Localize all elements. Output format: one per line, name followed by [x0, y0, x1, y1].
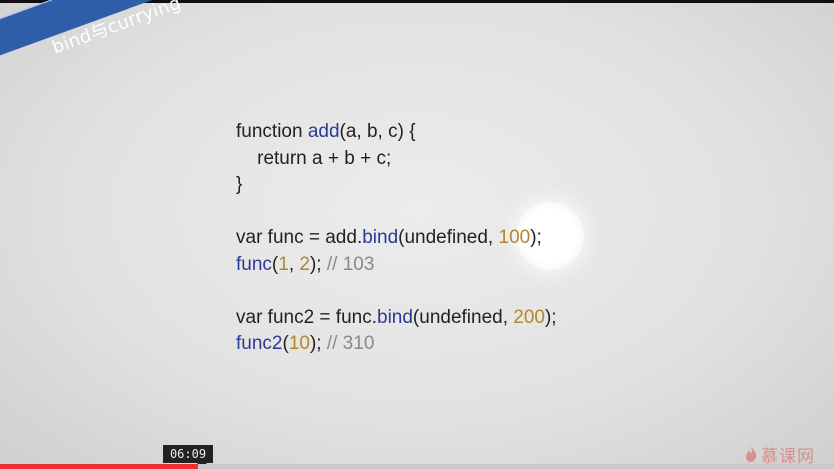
time-tooltip: 06:09 — [163, 445, 213, 463]
code-line: function add(a, b, c) { — [236, 119, 557, 146]
code-token: var func2 = func. — [236, 306, 377, 328]
code-token: var func = add. — [236, 227, 363, 248]
progress-fill — [0, 464, 198, 469]
code-token: } — [236, 174, 243, 195]
flame-icon — [746, 446, 757, 462]
watermark-text: 慕课网 — [761, 446, 815, 467]
code-line: func2(10); // 310 — [236, 331, 557, 358]
code-token: (a, b, c) { — [339, 121, 416, 142]
code-token: func2 — [236, 333, 283, 354]
code-token: // 103 — [326, 253, 375, 275]
code-token: bind — [362, 227, 399, 248]
code-token: (undefined, — [398, 227, 499, 248]
code-line: var func = add.bind(undefined, 100); — [236, 225, 557, 252]
video-frame[interactable]: bind与currying function add(a, b, c) { re… — [0, 0, 834, 469]
code-line: } — [236, 172, 557, 199]
code-token: // 310 — [326, 333, 375, 354]
code-token: function — [236, 121, 308, 142]
code-token: bind — [377, 306, 413, 328]
code-token: 1 — [278, 253, 289, 275]
code-token: 200 — [513, 306, 545, 328]
code-line: func(1, 2); // 103 — [236, 252, 557, 279]
progress-bar[interactable] — [0, 464, 834, 469]
code-token: ); — [530, 227, 542, 248]
code-token: add — [307, 121, 340, 142]
code-line: return a + b + c; — [236, 146, 557, 173]
code-token: ); — [309, 333, 327, 354]
code-token: 100 — [498, 227, 531, 248]
code-token: 10 — [288, 333, 310, 354]
watermark-logo: 慕课网 — [744, 443, 815, 467]
code-token: func — [236, 253, 272, 275]
code-block: function add(a, b, c) { return a + b + c… — [236, 119, 557, 358]
code-token: , — [288, 253, 300, 275]
code-token: 2 — [299, 253, 310, 275]
code-token: return a + b + c; — [236, 147, 392, 169]
code-token: (undefined, — [412, 306, 514, 328]
code-token: ); — [309, 253, 327, 275]
code-line: var func2 = func.bind(undefined, 200); — [236, 305, 557, 332]
code-token: ); — [544, 306, 557, 328]
